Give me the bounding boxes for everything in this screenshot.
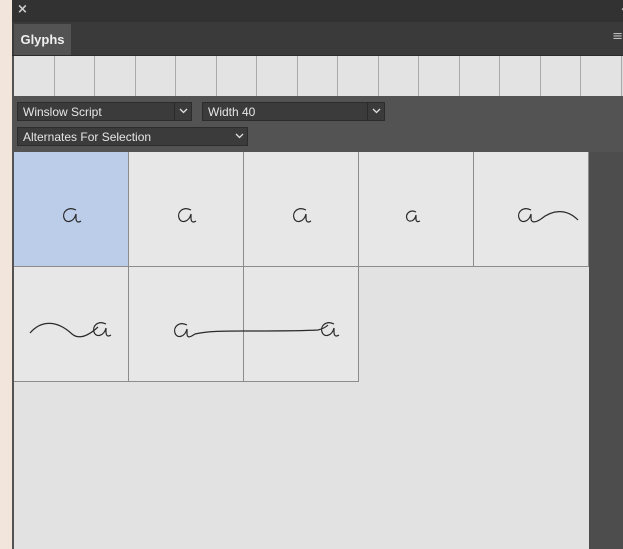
- font-family-value: Winslow Script: [23, 105, 102, 119]
- recent-glyph-slot[interactable]: [581, 56, 622, 96]
- glyph-a-plain-alt2: [293, 208, 312, 223]
- glyph-grid-scrollbar[interactable]: [589, 152, 623, 549]
- glyph-cell[interactable]: [14, 152, 129, 267]
- recent-glyph-slot[interactable]: [297, 56, 338, 96]
- recent-glyph-slot[interactable]: [459, 56, 500, 96]
- glyph-a-swash-right: [518, 208, 579, 223]
- glyph-a-tail-right: [174, 323, 244, 338]
- recent-glyph-slot[interactable]: [338, 56, 379, 96]
- glyphs-panel: × ‹ Glyphs ≡ Winslow Script Width 40 Alt…: [12, 0, 623, 549]
- recent-glyph-slot[interactable]: [216, 56, 257, 96]
- tab-glyphs[interactable]: Glyphs: [14, 24, 71, 55]
- glyph-cell[interactable]: [129, 152, 244, 267]
- show-dropdown[interactable]: Alternates For Selection: [17, 127, 248, 146]
- chevron-down-icon[interactable]: [231, 128, 247, 145]
- font-style-value: Width 40: [208, 105, 256, 119]
- chevron-down-icon[interactable]: [174, 103, 191, 120]
- glyph-cell[interactable]: [14, 267, 129, 382]
- recent-glyph-slot[interactable]: [378, 56, 419, 96]
- close-icon[interactable]: ×: [17, 3, 29, 16]
- recent-glyph-slot[interactable]: [14, 56, 55, 96]
- recent-glyph-slot[interactable]: [176, 56, 217, 96]
- recent-glyph-slot[interactable]: [540, 56, 581, 96]
- recently-used-glyphs: [14, 56, 623, 96]
- recent-glyph-slot[interactable]: [135, 56, 176, 96]
- glyph-cell[interactable]: [244, 152, 359, 267]
- recent-glyph-slot[interactable]: [54, 56, 95, 96]
- glyph-grid: [14, 152, 589, 549]
- panel-titlebar: × ‹: [12, 0, 623, 22]
- chevron-down-icon[interactable]: [367, 103, 384, 120]
- glyph-cell[interactable]: [244, 267, 359, 382]
- panel-menu-icon[interactable]: ≡: [612, 30, 623, 44]
- glyph-a-tail-left: [244, 322, 340, 337]
- font-style-dropdown[interactable]: Width 40: [202, 102, 385, 121]
- show-value: Alternates For Selection: [23, 130, 152, 144]
- recent-glyph-slot[interactable]: [95, 56, 136, 96]
- glyph-a-plain: [63, 208, 82, 223]
- glyph-cell[interactable]: [474, 152, 589, 267]
- font-family-dropdown[interactable]: Winslow Script: [17, 102, 192, 121]
- glyph-a-plain-alt: [178, 208, 197, 223]
- recent-glyph-slot[interactable]: [500, 56, 541, 96]
- recent-glyph-slot[interactable]: [257, 56, 298, 96]
- glyph-cell[interactable]: [359, 152, 474, 267]
- panel-tab-row: Glyphs: [12, 22, 623, 56]
- glyph-a-plain-small: [405, 210, 421, 223]
- glyph-a-swash-left: [29, 322, 112, 338]
- recent-glyph-slot[interactable]: [419, 56, 460, 96]
- glyph-cell[interactable]: [129, 267, 244, 382]
